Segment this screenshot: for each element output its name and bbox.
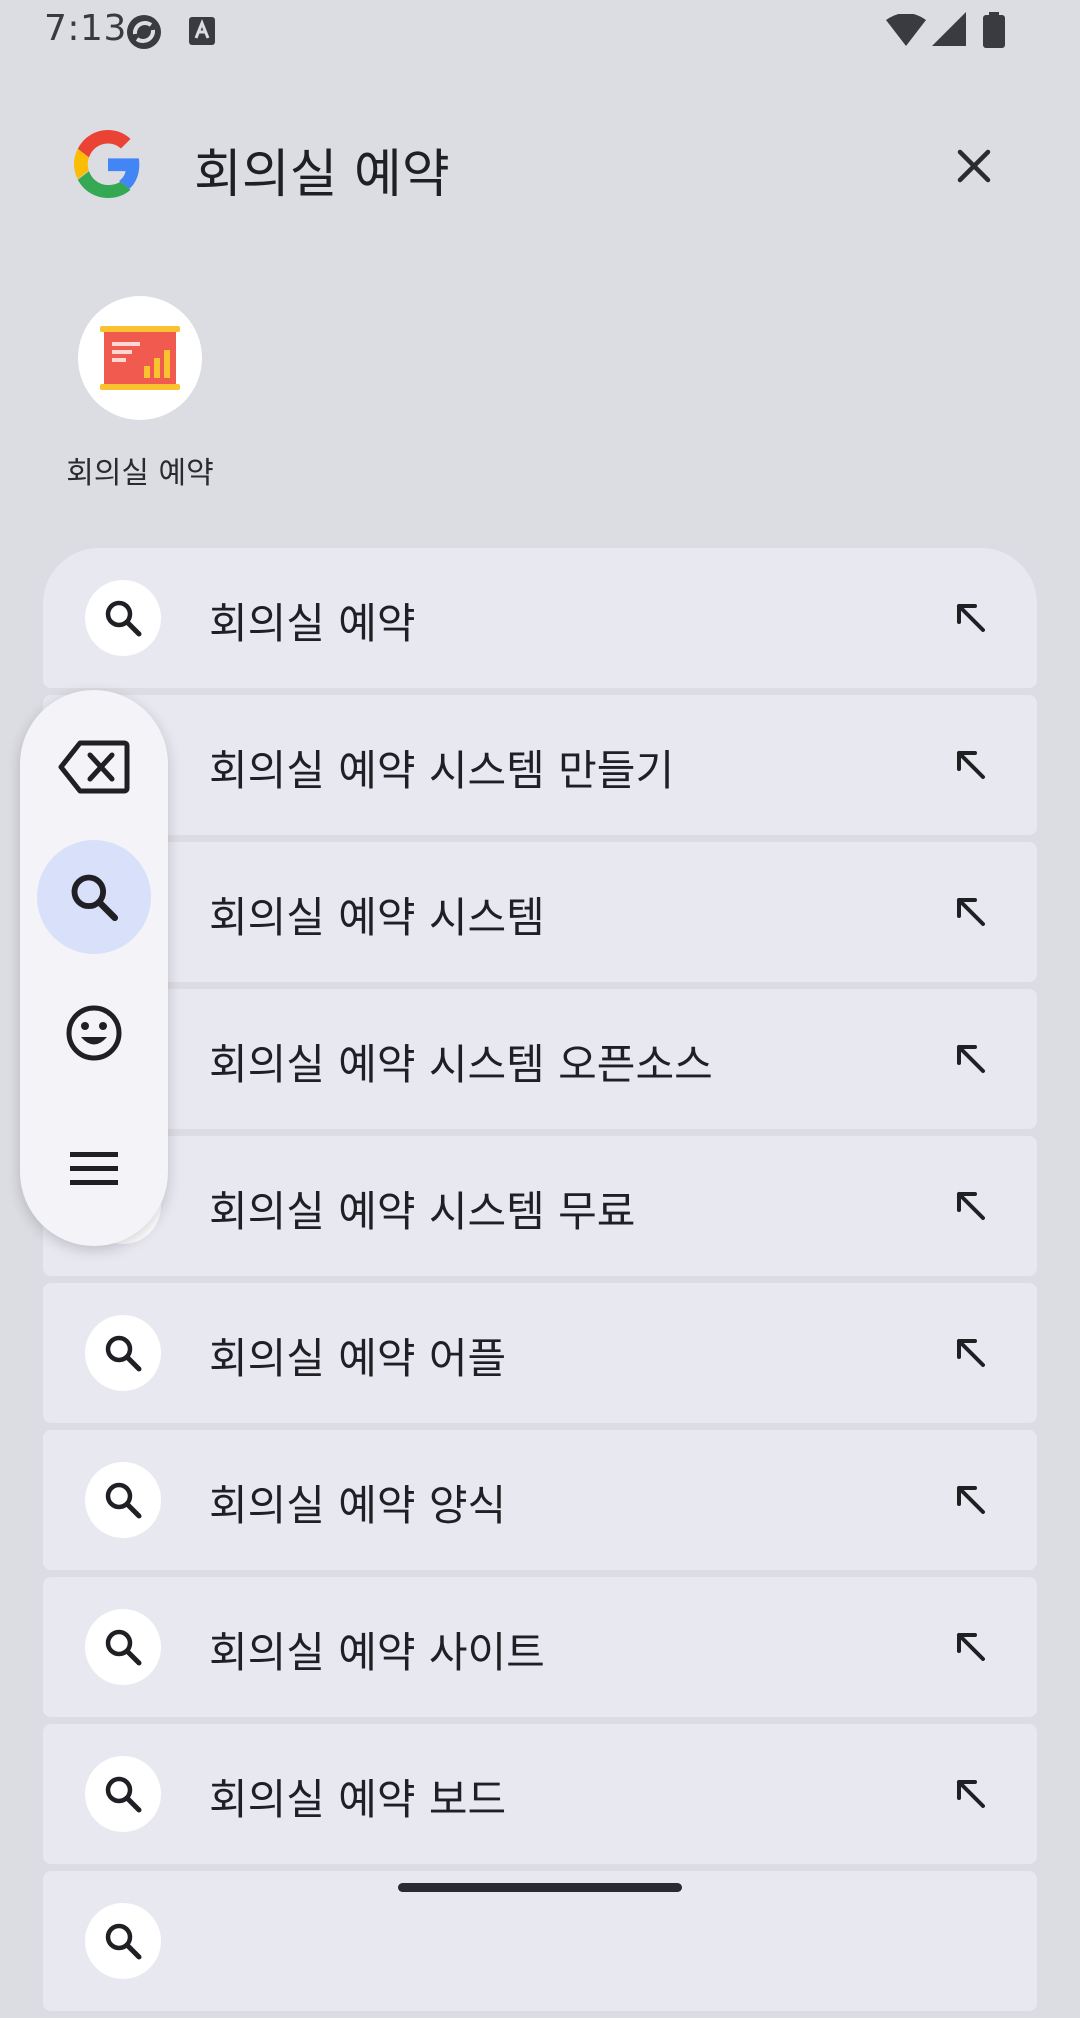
search-icon [85, 1315, 161, 1391]
menu-icon [70, 1152, 118, 1185]
google-logo [74, 130, 142, 198]
search-icon [85, 1609, 161, 1685]
search-icon [71, 874, 119, 922]
arrow-up-left-icon [957, 604, 985, 632]
suggestion-text: 회의실 예약 시스템 [209, 893, 545, 942]
close-icon [957, 149, 991, 183]
status-time: 7:13 [44, 8, 127, 49]
fill-query-button[interactable] [945, 1033, 997, 1085]
emoji-button[interactable] [37, 976, 151, 1090]
arrow-up-left-icon [957, 751, 985, 779]
app-result[interactable]: 회의실 예약 [50, 296, 230, 492]
suggestion-item[interactable] [43, 1871, 1037, 2011]
keyboard-a-icon [188, 16, 216, 50]
suggestion-item[interactable]: 회의실 예약 사이트 [43, 1577, 1037, 1717]
fill-query-button[interactable] [945, 1180, 997, 1232]
suggestion-item[interactable]: 회의실 예약 시스템 [43, 842, 1037, 982]
battery-icon [982, 12, 1006, 52]
fill-query-button[interactable] [945, 886, 997, 938]
search-icon [85, 1903, 161, 1979]
fill-query-button[interactable] [945, 592, 997, 644]
arrow-up-left-icon [957, 1045, 985, 1073]
arrow-up-left-icon [957, 1633, 985, 1661]
signal-icon [932, 12, 966, 50]
presentation-chart-icon [100, 326, 180, 390]
suggestion-text: 회의실 예약 사이트 [209, 1628, 545, 1677]
suggestion-item[interactable]: 회의실 예약 양식 [43, 1430, 1037, 1570]
search-input[interactable]: 회의실 예약 [194, 132, 450, 207]
floating-toolbar [20, 690, 168, 1246]
suggestion-text: 회의실 예약 어플 [209, 1334, 507, 1383]
arrow-up-left-icon [957, 1780, 985, 1808]
sync-icon [124, 12, 164, 56]
suggestion-item[interactable]: 회의실 예약 어플 [43, 1283, 1037, 1423]
suggestion-item[interactable]: 회의실 예약 시스템 무료 [43, 1136, 1037, 1276]
fill-query-button[interactable] [945, 1621, 997, 1673]
app-icon[interactable] [78, 296, 202, 420]
suggestion-item[interactable]: 회의실 예약 보드 [43, 1724, 1037, 1864]
wifi-icon [886, 13, 926, 50]
suggestion-item[interactable]: 회의실 예약 [43, 548, 1037, 688]
suggestion-text: 회의실 예약 보드 [209, 1775, 507, 1824]
emoji-icon [66, 1005, 122, 1061]
search-header: 회의실 예약 [0, 100, 1080, 230]
suggestion-item[interactable]: 회의실 예약 시스템 만들기 [43, 695, 1037, 835]
suggestion-text: 회의실 예약 양식 [209, 1481, 507, 1530]
suggestion-text: 회의실 예약 [209, 599, 416, 648]
arrow-up-left-icon [957, 1339, 985, 1367]
backspace-icon [58, 740, 130, 794]
fill-query-button[interactable] [945, 739, 997, 791]
arrow-up-left-icon [957, 898, 985, 926]
clear-search-button[interactable] [946, 138, 1002, 194]
suggestion-list: 회의실 예약 회의실 예약 시스템 만들기 회의실 예약 시스템 회의실 예약 … [43, 548, 1037, 2018]
fill-query-button[interactable] [945, 1474, 997, 1526]
suggestion-item[interactable]: 회의실 예약 시스템 오픈소스 [43, 989, 1037, 1129]
suggestion-text: 회의실 예약 시스템 무료 [209, 1187, 636, 1236]
menu-button[interactable] [37, 1112, 151, 1226]
search-icon [85, 1462, 161, 1538]
fill-query-button[interactable] [945, 1768, 997, 1820]
app-label: 회의실 예약 [66, 456, 214, 491]
backspace-button[interactable] [37, 710, 151, 824]
status-bar: 7:13 [0, 0, 1080, 62]
search-icon [85, 1756, 161, 1832]
fill-query-button[interactable] [945, 1327, 997, 1379]
arrow-up-left-icon [957, 1486, 985, 1514]
gesture-nav-handle[interactable] [398, 1883, 682, 1892]
search-icon [85, 580, 161, 656]
search-button[interactable] [37, 840, 151, 954]
arrow-up-left-icon [957, 1192, 985, 1220]
suggestion-text: 회의실 예약 시스템 만들기 [209, 746, 675, 795]
suggestion-text: 회의실 예약 시스템 오픈소스 [209, 1040, 713, 1089]
